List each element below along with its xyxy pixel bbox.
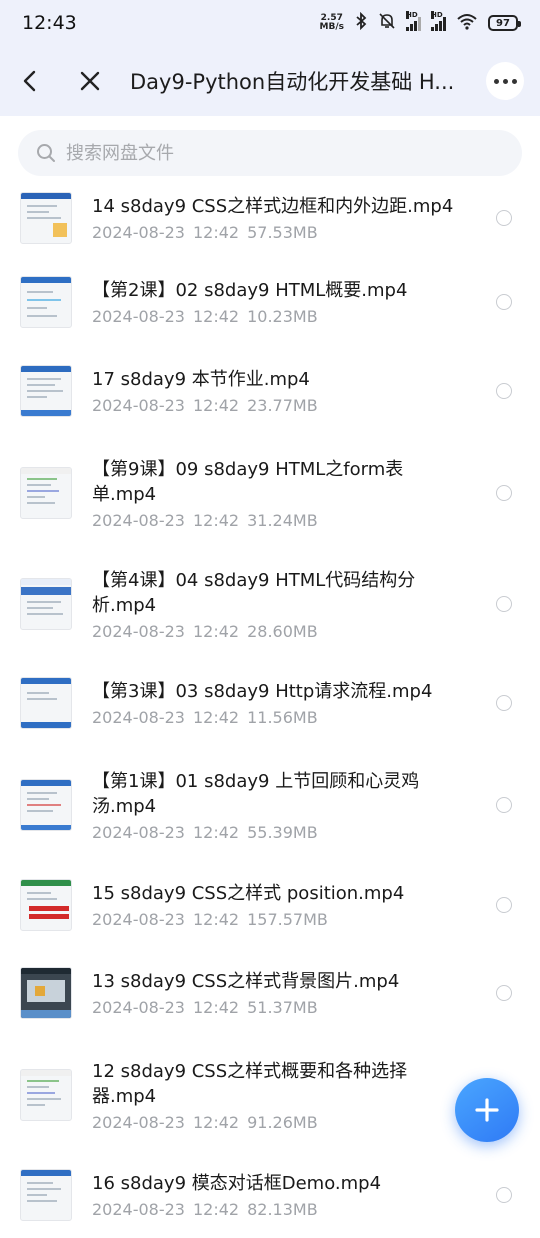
file-meta: 2024-08-23 12:42 51.37MB	[92, 998, 318, 1017]
file-meta: 2024-08-23 12:42 91.26MB	[92, 1112, 318, 1132]
status-icons: 2.57 MB/s HD HD 97	[320, 11, 521, 34]
battery-icon: 97	[488, 15, 521, 31]
file-meta: 2024-08-23 12:42 82.13MB	[92, 1200, 318, 1219]
video-thumbnail	[20, 1169, 72, 1221]
add-button[interactable]	[455, 1078, 519, 1142]
search-input[interactable]	[66, 142, 466, 164]
list-item[interactable]: 17 s8day9 本节作业.mp4 2024-08-23 12:42 23.77M…	[0, 346, 540, 436]
title-bar: Day9-Python自动化开发基础 H...	[0, 46, 540, 116]
video-thumbnail	[20, 275, 72, 328]
video-thumbnail	[20, 467, 72, 519]
list-item[interactable]: 14 s8day9 CSS之样式边框和内外边距.mp4 2024-08-23 12…	[0, 178, 540, 257]
select-checkbox[interactable]	[496, 485, 512, 501]
file-meta: 2024-08-23 12:42 31.24MB	[92, 510, 318, 530]
signal-strength-icon-1: HD	[406, 11, 421, 31]
network-speed: 2.57 MB/s	[320, 14, 344, 32]
select-checkbox[interactable]	[496, 1187, 512, 1203]
file-name: 【第4课】04 s8day9 HTML代码结构分析.mp4	[92, 569, 416, 616]
signal-strength-icon-2: HD	[431, 11, 446, 31]
file-meta: 2024-08-23 12:42 55.39MB	[92, 822, 318, 842]
search-bar[interactable]	[18, 130, 522, 176]
video-thumbnail	[20, 967, 72, 1019]
video-thumbnail	[20, 879, 72, 931]
video-thumbnail	[20, 1069, 72, 1121]
file-meta: 2024-08-23 12:42 28.60MB	[92, 621, 318, 641]
file-name: 13 s8day9 CSS之样式背景图片.mp4	[92, 971, 400, 992]
search-icon	[37, 144, 55, 162]
file-name: 【第1课】01 s8day9 上节回顾和心灵鸡汤.mp4	[92, 770, 420, 817]
status-time: 12:43	[22, 12, 77, 34]
list-item[interactable]: 【第4课】04 s8day9 HTML代码结构分析.mp4 2024-08-23…	[0, 550, 540, 658]
file-meta: 2024-08-23 12:42 57.53MB	[92, 222, 318, 242]
video-thumbnail	[20, 191, 72, 244]
network-speed-unit: MB/s	[319, 22, 344, 32]
close-icon	[80, 71, 100, 91]
list-item[interactable]: 16 s8day9 模态对话框Demo.mp4 2024-08-23 12:42 8…	[0, 1152, 540, 1238]
list-item[interactable]: 【第2课】02 s8day9 HTML概要.mp4 2024-08-23 12:4…	[0, 257, 540, 346]
list-item[interactable]: 13 s8day9 CSS之样式背景图片.mp4 2024-08-23 12:42…	[0, 948, 540, 1038]
file-meta: 2024-08-23 12:42 10.23MB	[92, 306, 318, 326]
select-checkbox[interactable]	[496, 293, 512, 310]
wifi-icon	[456, 12, 478, 34]
file-meta: 2024-08-23 12:42 157.57MB	[92, 910, 328, 929]
file-list: 14 s8day9 CSS之样式边框和内外边距.mp4 2024-08-23 12…	[0, 178, 540, 1238]
mute-bell-icon	[378, 12, 396, 34]
more-options-button[interactable]	[486, 62, 524, 100]
file-meta: 2024-08-23 12:42 23.77MB	[92, 396, 318, 415]
plus-icon	[475, 1098, 499, 1122]
file-name: 16 s8day9 模态对话框Demo.mp4	[92, 1173, 382, 1194]
list-item[interactable]: 15 s8day9 CSS之样式 position.mp4 2024-08-23…	[0, 862, 540, 948]
select-checkbox[interactable]	[496, 209, 512, 226]
file-name: 17 s8day9 本节作业.mp4	[92, 369, 310, 390]
select-checkbox[interactable]	[496, 596, 512, 612]
video-thumbnail	[20, 779, 72, 831]
video-thumbnail	[20, 677, 72, 729]
back-button[interactable]	[0, 46, 60, 116]
list-item[interactable]: 【第9课】09 s8day9 HTML之form表单.mp4 2024-08-2…	[0, 436, 540, 550]
page-title: Day9-Python自动化开发基础 H...	[130, 70, 455, 94]
list-item[interactable]: 【第3课】03 s8day9 Http请求流程.mp4 2024-08-23 12…	[0, 658, 540, 748]
status-bar: 12:43 2.57 MB/s HD HD 97	[0, 0, 540, 46]
select-checkbox[interactable]	[496, 695, 512, 711]
file-name: 14 s8day9 CSS之样式边框和内外边距.mp4	[92, 195, 454, 217]
video-thumbnail	[20, 578, 72, 630]
file-meta: 2024-08-23 12:42 11.56MB	[92, 708, 318, 727]
select-checkbox[interactable]	[496, 383, 512, 399]
select-checkbox[interactable]	[496, 797, 512, 813]
file-name: 12 s8day9 CSS之样式概要和各种选择器.mp4	[92, 1060, 408, 1107]
file-name: 15 s8day9 CSS之样式 position.mp4	[92, 883, 405, 904]
select-checkbox[interactable]	[496, 897, 512, 913]
bluetooth-icon	[354, 11, 368, 34]
file-name: 【第2课】02 s8day9 HTML概要.mp4	[92, 279, 408, 301]
close-button[interactable]	[60, 46, 120, 116]
video-thumbnail	[20, 365, 72, 417]
file-name: 【第9课】09 s8day9 HTML之form表单.mp4	[92, 458, 404, 505]
list-item[interactable]: 【第1课】01 s8day9 上节回顾和心灵鸡汤.mp4 2024-08-23 1…	[0, 748, 540, 862]
file-name: 【第3课】03 s8day9 Http请求流程.mp4	[92, 681, 433, 702]
select-checkbox[interactable]	[496, 985, 512, 1001]
chevron-left-icon	[23, 70, 36, 92]
battery-level: 97	[496, 17, 510, 29]
